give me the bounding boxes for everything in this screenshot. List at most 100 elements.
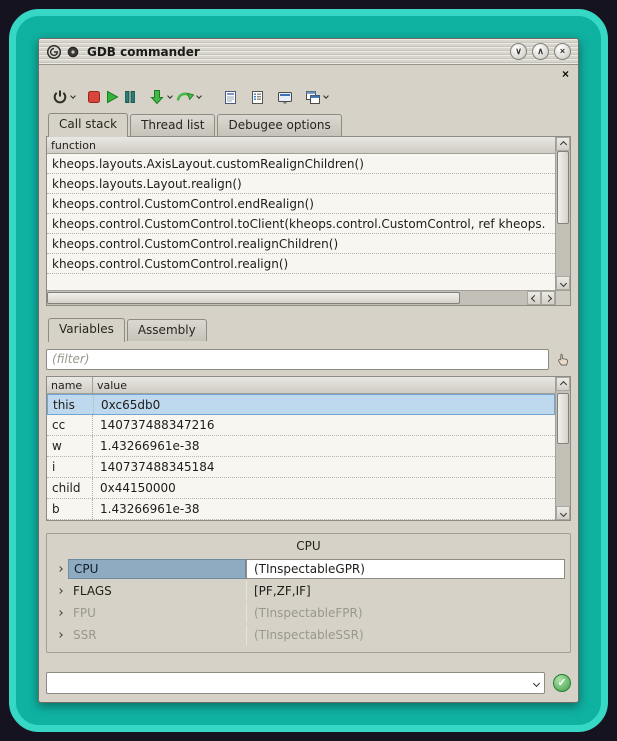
window-client-area: × bbox=[39, 65, 578, 702]
cpu-register-row[interactable]: FPU (TInspectableFPR) bbox=[52, 602, 565, 624]
expander-icon[interactable] bbox=[52, 589, 68, 593]
stop-button[interactable] bbox=[85, 85, 103, 109]
variable-row[interactable]: b 1.43266961e-38 bbox=[47, 499, 555, 520]
dock-close-button[interactable]: × bbox=[562, 68, 569, 80]
filter-input[interactable] bbox=[46, 349, 549, 370]
cpu-register-row[interactable]: SSR (TInspectableSSR) bbox=[52, 624, 565, 646]
power-dropdown-icon[interactable] bbox=[70, 93, 76, 99]
scroll-left-button[interactable] bbox=[527, 291, 541, 305]
new-window-dropdown-icon[interactable] bbox=[323, 93, 329, 99]
cpu-register-row[interactable]: CPU (TInspectableGPR) bbox=[52, 558, 565, 580]
cpu-register-row[interactable]: FLAGS [PF,ZF,IF] bbox=[52, 580, 565, 602]
watch-window-button[interactable] bbox=[275, 85, 295, 109]
new-window-button[interactable] bbox=[303, 85, 330, 109]
callstack-horizontal-scrollbar[interactable] bbox=[47, 290, 555, 305]
variables-vertical-scrollbar[interactable] bbox=[555, 377, 570, 520]
scroll-down-button[interactable] bbox=[556, 506, 570, 520]
scroll-thumb[interactable] bbox=[47, 292, 460, 304]
register-group-value[interactable]: (TInspectableSSR) bbox=[246, 625, 565, 645]
watch-window-icon bbox=[277, 90, 293, 105]
register-group-value[interactable]: (TInspectableGPR) bbox=[246, 559, 565, 579]
scroll-track[interactable] bbox=[47, 291, 527, 305]
variable-value: 140737488345184 bbox=[93, 457, 555, 477]
variable-row[interactable]: this 0xc65db0 bbox=[47, 394, 555, 415]
dock-header: × bbox=[46, 66, 571, 81]
step-into-dropdown-icon[interactable] bbox=[167, 93, 173, 99]
chevron-up-icon bbox=[559, 380, 566, 387]
variables-tabs: Variables Assembly bbox=[46, 318, 571, 341]
step-over-button[interactable] bbox=[174, 85, 203, 109]
tab-debugee-options[interactable]: Debugee options bbox=[217, 114, 341, 136]
step-into-button[interactable] bbox=[147, 85, 174, 109]
pause-button[interactable] bbox=[121, 85, 139, 109]
filler bbox=[46, 653, 571, 671]
scroll-down-button[interactable] bbox=[556, 276, 570, 290]
scroll-thumb[interactable] bbox=[557, 393, 569, 444]
run-icon bbox=[105, 90, 119, 104]
value-column-header[interactable]: value bbox=[93, 377, 131, 393]
callstack-row[interactable]: kheops.layouts.AxisLayout.customRealignC… bbox=[47, 154, 555, 174]
report-icon bbox=[250, 90, 265, 105]
close-button[interactable]: × bbox=[554, 43, 571, 60]
window-menu-icon[interactable] bbox=[67, 46, 79, 58]
step-over-dropdown-icon[interactable] bbox=[196, 93, 202, 99]
stop-icon bbox=[87, 90, 101, 104]
expander-icon[interactable] bbox=[52, 611, 68, 615]
new-window-icon bbox=[305, 90, 321, 105]
variable-value: 1.43266961e-38 bbox=[93, 436, 555, 456]
command-combobox[interactable] bbox=[46, 672, 545, 694]
cpu-group-title: CPU bbox=[52, 539, 565, 553]
combo-dropdown-icon[interactable] bbox=[533, 679, 540, 686]
variables-list[interactable]: name value this 0xc65db0 cc 140737488347… bbox=[47, 377, 555, 520]
minimize-button[interactable]: ∨ bbox=[510, 43, 527, 60]
register-group-name[interactable]: CPU bbox=[68, 559, 246, 579]
variable-name: this bbox=[48, 395, 94, 414]
name-column-header[interactable]: name bbox=[47, 377, 93, 393]
register-group-name[interactable]: SSR bbox=[68, 625, 246, 645]
tab-variables[interactable]: Variables bbox=[48, 318, 125, 342]
variables-panel: name value this 0xc65db0 cc 140737488347… bbox=[46, 376, 571, 521]
callstack-header[interactable]: function bbox=[47, 137, 555, 154]
function-column-header[interactable]: function bbox=[47, 137, 100, 153]
scroll-right-button[interactable] bbox=[541, 291, 555, 305]
command-input[interactable] bbox=[52, 676, 534, 690]
tab-assembly[interactable]: Assembly bbox=[127, 319, 207, 341]
variable-name: child bbox=[47, 478, 93, 498]
callstack-row[interactable]: kheops.layouts.Layout.realign() bbox=[47, 174, 555, 194]
tab-call-stack[interactable]: Call stack bbox=[48, 113, 128, 137]
variables-header[interactable]: name value bbox=[47, 377, 555, 394]
variable-row[interactable]: i 140737488345184 bbox=[47, 457, 555, 478]
expander-icon[interactable] bbox=[52, 567, 68, 571]
variable-row[interactable]: cc 140737488347216 bbox=[47, 415, 555, 436]
document-button[interactable] bbox=[221, 85, 240, 109]
variable-value: 140737488347216 bbox=[93, 415, 555, 435]
confirm-button[interactable]: ✓ bbox=[553, 674, 571, 692]
run-button[interactable] bbox=[103, 85, 121, 109]
callstack-vertical-scrollbar[interactable] bbox=[555, 137, 570, 290]
report-button[interactable] bbox=[248, 85, 267, 109]
callstack-row[interactable]: kheops.control.CustomControl.toClient(kh… bbox=[47, 214, 555, 234]
maximize-button[interactable]: ∧ bbox=[532, 43, 549, 60]
register-group-name[interactable]: FLAGS bbox=[68, 581, 246, 601]
variable-row[interactable]: child 0x44150000 bbox=[47, 478, 555, 499]
callstack-panel: function kheops.layouts.AxisLayout.custo… bbox=[46, 136, 571, 306]
scroll-up-button[interactable] bbox=[556, 377, 570, 391]
scroll-up-button[interactable] bbox=[556, 137, 570, 151]
scroll-track[interactable] bbox=[556, 391, 570, 506]
callstack-row[interactable]: kheops.control.CustomControl.realignChil… bbox=[47, 234, 555, 254]
gdb-commander-window: GDB commander ∨ ∧ × × bbox=[38, 38, 579, 703]
callstack-row[interactable]: kheops.control.CustomControl.realign() bbox=[47, 254, 555, 274]
expander-icon[interactable] bbox=[52, 633, 68, 637]
titlebar[interactable]: GDB commander ∨ ∧ × bbox=[39, 39, 578, 65]
variable-row[interactable]: w 1.43266961e-38 bbox=[47, 436, 555, 457]
register-group-value[interactable]: (TInspectableFPR) bbox=[246, 603, 565, 623]
power-button[interactable] bbox=[50, 85, 77, 109]
register-group-value[interactable]: [PF,ZF,IF] bbox=[246, 581, 565, 601]
tab-thread-list[interactable]: Thread list bbox=[130, 114, 215, 136]
callstack-list[interactable]: function kheops.layouts.AxisLayout.custo… bbox=[47, 137, 555, 290]
scroll-track[interactable] bbox=[556, 151, 570, 276]
register-group-name[interactable]: FPU bbox=[68, 603, 246, 623]
scroll-thumb[interactable] bbox=[557, 151, 569, 224]
callstack-row[interactable]: kheops.control.CustomControl.endRealign(… bbox=[47, 194, 555, 214]
filter-hand-icon[interactable] bbox=[556, 352, 571, 367]
